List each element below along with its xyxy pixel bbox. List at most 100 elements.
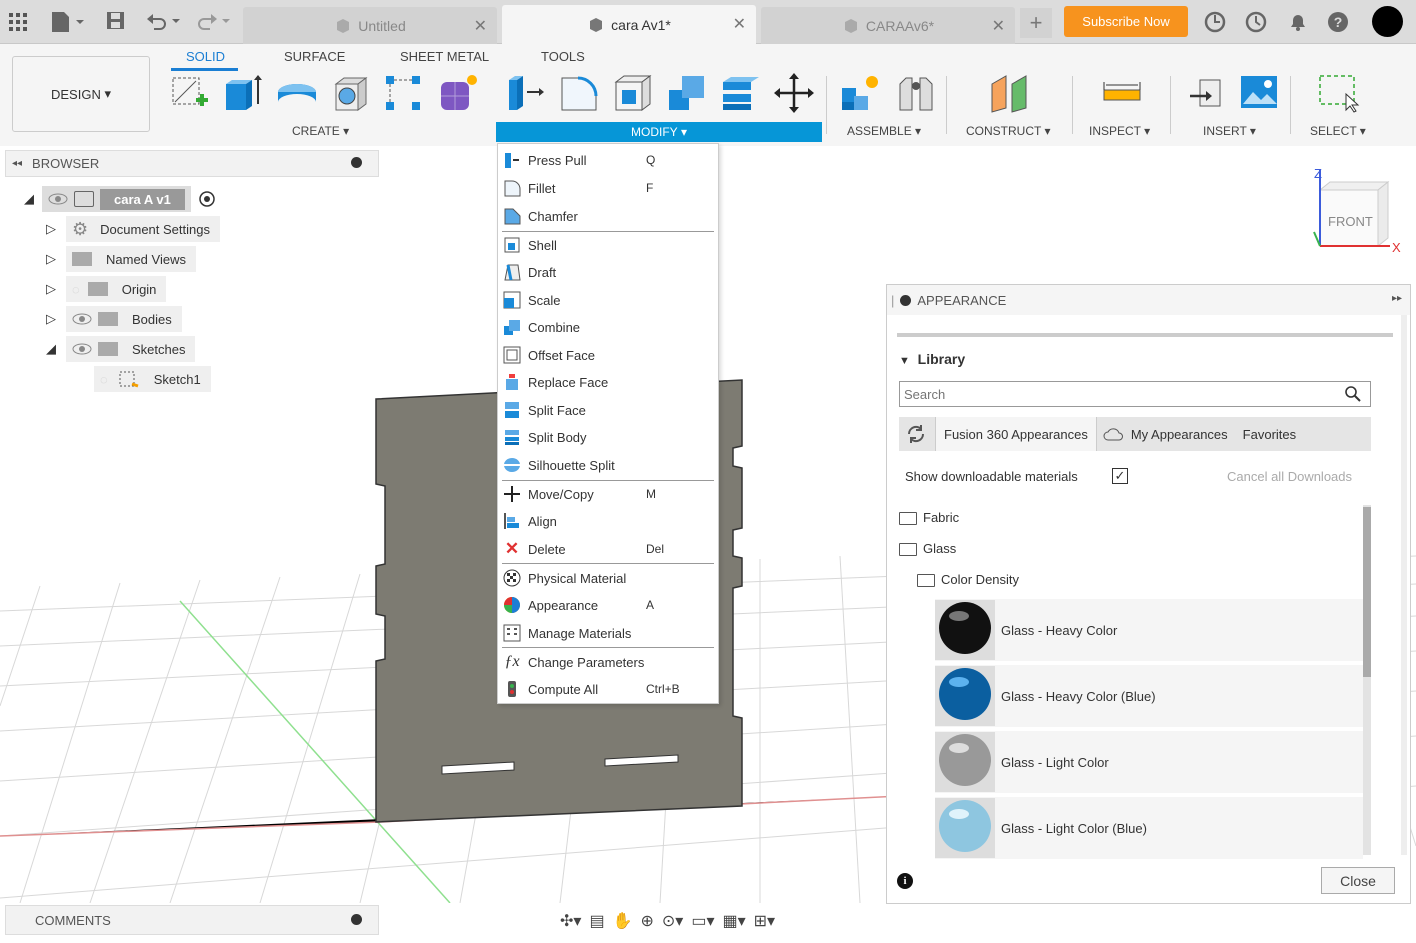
menu-item-compute-all[interactable]: Compute All Ctrl+B xyxy=(502,676,714,702)
view-cube[interactable]: FRONT Z X xyxy=(1308,166,1404,258)
bell-icon[interactable] xyxy=(1287,11,1309,36)
expand-panel-icon[interactable]: ▸▸ xyxy=(1392,293,1402,304)
viewports-icon[interactable]: ⊞▾ xyxy=(754,911,775,931)
library-section-toggle[interactable]: ▼ Library xyxy=(899,351,965,367)
job-status-icon[interactable] xyxy=(1204,11,1226,36)
tab-caraav6[interactable]: CARAAv6* ✕ xyxy=(761,7,1015,44)
pattern-icon[interactable] xyxy=(384,72,424,114)
grid-settings-icon[interactable]: ▦▾ xyxy=(722,911,745,931)
pan-icon[interactable]: ✋ xyxy=(613,911,633,931)
search-input[interactable] xyxy=(904,386,1344,402)
menu-item-shell[interactable]: Shell xyxy=(502,232,714,258)
panel-options-icon[interactable] xyxy=(351,157,362,168)
expand-icon[interactable]: ▷ xyxy=(46,221,56,237)
close-tab-icon[interactable]: ✕ xyxy=(733,14,746,34)
collapse-panel-icon[interactable]: ◂◂ xyxy=(12,158,22,169)
visibility-icon[interactable] xyxy=(72,342,92,356)
menu-item-split-face[interactable]: Split Face xyxy=(502,397,714,423)
refresh-icon[interactable] xyxy=(905,423,927,445)
insert-menu[interactable]: INSERT ▾ xyxy=(1203,124,1256,138)
offset-plane-icon[interactable] xyxy=(990,72,1030,114)
menu-item-appearance[interactable]: Appearance A xyxy=(502,592,714,618)
menu-item-align[interactable]: Align xyxy=(502,508,714,534)
tree-item-named-views[interactable]: ▷ Named Views xyxy=(46,246,196,272)
look-at-icon[interactable]: ▤ xyxy=(589,911,604,931)
tree-item-bodies[interactable]: ▷ Bodies xyxy=(46,306,182,332)
fit-icon[interactable]: ⊙▾ xyxy=(662,911,683,931)
activate-radio-icon[interactable] xyxy=(197,189,217,209)
folder-glass[interactable]: Glass xyxy=(899,541,956,557)
panel-scrollbar[interactable] xyxy=(1401,315,1407,855)
material-item[interactable]: Glass - Light Color xyxy=(935,731,1363,793)
joint-icon[interactable] xyxy=(896,72,936,114)
avatar[interactable] xyxy=(1372,6,1403,37)
display-settings-icon[interactable]: ▭▾ xyxy=(691,911,714,931)
search-icon[interactable] xyxy=(1344,385,1362,403)
workspace-switcher[interactable]: DESIGN ▾ xyxy=(12,56,150,132)
menu-item-silhouette-split[interactable]: Silhouette Split xyxy=(502,452,714,478)
construct-menu[interactable]: CONSTRUCT ▾ xyxy=(966,124,1050,138)
redo-icon[interactable] xyxy=(196,11,236,34)
folder-fabric[interactable]: Fabric xyxy=(899,510,959,526)
shell-icon[interactable] xyxy=(612,72,652,114)
comments-panel[interactable]: COMMENTS xyxy=(5,905,379,935)
material-item[interactable]: Glass - Heavy Color xyxy=(935,599,1363,661)
modify-menu[interactable]: MODIFY ▾ xyxy=(496,122,822,142)
menu-item-physical-material[interactable]: Physical Material xyxy=(502,565,714,591)
visibility-icon[interactable] xyxy=(72,312,92,326)
tab-surface[interactable]: SURFACE xyxy=(284,49,345,64)
tree-item-sketches[interactable]: ◢ Sketches xyxy=(46,336,196,362)
select-icon[interactable] xyxy=(1318,72,1360,114)
create-sketch-icon[interactable] xyxy=(168,72,208,114)
expand-icon[interactable]: ◢ xyxy=(24,191,34,207)
tab-cara-av1[interactable]: cara Av1* ✕ xyxy=(502,5,756,44)
close-tab-icon[interactable]: ✕ xyxy=(474,16,487,36)
tab-untitled[interactable]: Untitled ✕ xyxy=(243,7,497,44)
expand-icon[interactable]: ▷ xyxy=(46,251,56,267)
add-comment-icon[interactable] xyxy=(351,914,362,925)
menu-item-replace-face[interactable]: Replace Face xyxy=(502,369,714,395)
tree-item-document-settings[interactable]: ▷ ⚙ Document Settings xyxy=(46,216,220,242)
panel-options-icon[interactable] xyxy=(900,294,912,306)
press-pull-icon[interactable] xyxy=(505,72,545,114)
material-item[interactable]: Glass - Heavy Color (Blue) xyxy=(935,665,1363,727)
tab-my-appearances[interactable]: My Appearances xyxy=(1131,427,1228,442)
insert-image-icon[interactable] xyxy=(1240,72,1280,114)
select-menu[interactable]: SELECT ▾ xyxy=(1310,124,1366,138)
insert-derive-icon[interactable] xyxy=(1186,72,1226,114)
expand-icon[interactable]: ▷ xyxy=(46,311,56,327)
close-tab-icon[interactable]: ✕ xyxy=(992,16,1005,36)
zoom-icon[interactable]: ⊕ xyxy=(640,911,653,931)
menu-item-scale[interactable]: Scale xyxy=(502,287,714,313)
material-item[interactable]: Glass - Light Color (Blue) xyxy=(935,797,1363,859)
revolve-icon[interactable] xyxy=(276,72,316,114)
inspect-menu[interactable]: INSPECT ▾ xyxy=(1089,124,1150,138)
menu-item-draft[interactable]: Draft xyxy=(502,259,714,285)
undo-icon[interactable] xyxy=(146,11,186,34)
folder-color-density[interactable]: Color Density xyxy=(917,572,1019,588)
tab-solid[interactable]: SOLID xyxy=(186,49,225,64)
menu-item-change-parameters[interactable]: ƒx Change Parameters xyxy=(502,649,714,675)
orbit-icon[interactable]: ✣▾ xyxy=(560,911,581,931)
hole-icon[interactable] xyxy=(330,72,370,114)
measure-icon[interactable] xyxy=(1102,72,1142,114)
tab-tools[interactable]: TOOLS xyxy=(541,49,585,64)
menu-item-manage-materials[interactable]: Manage Materials xyxy=(502,620,714,646)
assemble-menu[interactable]: ASSEMBLE ▾ xyxy=(847,124,921,138)
tab-sheet-metal[interactable]: SHEET METAL xyxy=(400,49,489,64)
tree-root[interactable]: ◢ cara A v1 xyxy=(24,186,217,212)
scrollbar-thumb[interactable] xyxy=(1363,507,1371,677)
menu-item-move-copy[interactable]: Move/Copy M xyxy=(502,481,714,507)
new-component-icon[interactable] xyxy=(840,72,880,114)
menu-item-delete[interactable]: ✕ Delete Del xyxy=(502,536,714,562)
split-body-icon[interactable] xyxy=(720,72,760,114)
visibility-icon[interactable] xyxy=(48,192,68,206)
show-downloadable-checkbox[interactable]: ✓ xyxy=(1112,468,1128,484)
subscribe-button[interactable]: Subscribe Now xyxy=(1064,6,1188,37)
extrude-icon[interactable] xyxy=(222,72,262,114)
collapse-icon[interactable]: ◢ xyxy=(46,341,56,357)
combine-icon[interactable] xyxy=(666,72,706,114)
tab-favorites[interactable]: Favorites xyxy=(1243,427,1296,442)
appearance-header[interactable]: | APPEARANCE ▸▸ xyxy=(887,285,1410,315)
clock-icon[interactable] xyxy=(1245,11,1267,36)
